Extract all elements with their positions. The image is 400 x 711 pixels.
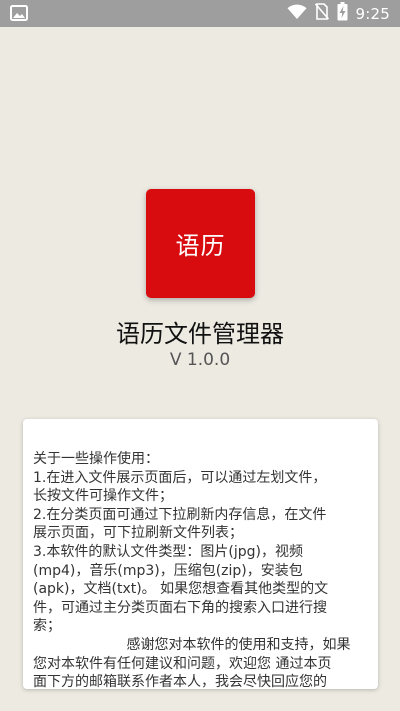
info-line: 展示页面，可下拉刷新文件列表； [33, 525, 243, 542]
info-line: 件，可通过主分类页面右下角的搜索入口进行搜 [33, 599, 327, 616]
info-line: (apk)，文档(txt)。 如果您想查看其他类型的文 [33, 581, 329, 598]
info-line: 面下方的邮箱联系作者本人，我会尽快回应您的 [33, 674, 327, 689]
status-time: 9:25 [355, 4, 390, 23]
info-line: 2.在分类页面可通过下拉刷新内存信息，在文件 [33, 506, 327, 523]
info-text: 关于一些操作使用： 1.在进入文件展示页面后，可以通过左划文件， 长按文件可操作… [33, 450, 363, 689]
wifi-icon [287, 4, 307, 24]
app-name: 语历文件管理器 [116, 320, 284, 348]
info-line: (mp4)，音乐(mp3)，压缩包(zip)，安装包 [33, 562, 303, 579]
info-card[interactable]: 关于一些操作使用： 1.在进入文件展示页面后，可以通过左划文件， 长按文件可操作… [23, 419, 378, 689]
image-icon [10, 5, 28, 21]
info-line: 长按文件可操作文件； [33, 488, 173, 505]
status-right: 9:25 [287, 0, 390, 27]
battery-charging-icon [337, 2, 348, 25]
info-line: 3.本软件的默认文件类型：图片(jpg)，视频 [33, 543, 303, 560]
status-bar: 9:25 [0, 0, 400, 27]
app-version: V 1.0.0 [169, 350, 231, 370]
app-icon-label: 语历 [175, 232, 226, 260]
info-line: 索； [33, 618, 61, 635]
no-sim-icon [314, 3, 329, 24]
info-line: 感谢您对本软件的使用和支持，如果 [33, 636, 351, 653]
info-line: 您对本软件有任何建议和问题，欢迎您 通过本页 [33, 655, 332, 672]
info-line: 1.在进入文件展示页面后，可以通过左划文件， [33, 469, 327, 486]
info-line: 关于一些操作使用： [33, 451, 159, 467]
app-icon: 语历 [146, 189, 255, 298]
